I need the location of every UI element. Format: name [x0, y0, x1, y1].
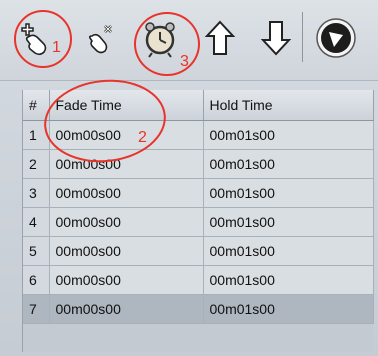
fade-time-cell[interactable]: 00m00s00: [49, 294, 204, 324]
hand-remove-icon: [88, 25, 112, 54]
arrow-down-icon: [260, 21, 292, 56]
row-number: 7: [23, 294, 50, 324]
table-row[interactable]: 5 00m00s00 00m01s00: [23, 236, 374, 266]
annotation-label-1: 1: [52, 39, 61, 56]
arrow-up-icon: [204, 20, 236, 55]
annotation-circle-1: [14, 10, 72, 68]
annotation-circle-3: [134, 12, 200, 76]
scene-panel: # Fade Time Hold Time 1 00m00s00 00m01s0…: [0, 0, 378, 356]
play-button[interactable]: [314, 16, 358, 60]
hold-time-cell[interactable]: 00m01s00: [203, 149, 374, 179]
toolbar-divider: [302, 12, 303, 62]
row-number: 6: [23, 265, 50, 295]
hold-time-cell[interactable]: 00m01s00: [203, 207, 374, 237]
row-number: 3: [23, 178, 50, 208]
table-row[interactable]: 6 00m00s00 00m01s00: [23, 265, 374, 295]
row-number: 2: [23, 149, 50, 179]
remove-keyframe-button[interactable]: [80, 16, 124, 60]
hold-time-cell[interactable]: 00m01s00: [203, 120, 374, 150]
hold-time-cell[interactable]: 00m01s00: [203, 236, 374, 266]
play-circle-icon: [316, 18, 356, 58]
hold-time-cell[interactable]: 00m01s00: [203, 294, 374, 324]
fade-time-cell[interactable]: 00m00s00: [49, 207, 204, 237]
move-down-button[interactable]: [254, 16, 298, 60]
move-up-button[interactable]: [198, 16, 242, 60]
table-row[interactable]: 4 00m00s00 00m01s00: [23, 207, 374, 237]
table-row-selected[interactable]: 7 00m00s00 00m01s00: [23, 294, 374, 324]
hold-time-cell[interactable]: 00m01s00: [203, 265, 374, 295]
header-hold-time[interactable]: Hold Time: [203, 90, 374, 121]
row-number: 4: [23, 207, 50, 237]
fade-time-cell[interactable]: 00m00s00: [49, 265, 204, 295]
annotation-label-3: 3: [180, 53, 189, 70]
fade-time-cell[interactable]: 00m00s00: [49, 236, 204, 266]
fade-time-cell[interactable]: 00m00s00: [49, 178, 204, 208]
hold-time-cell[interactable]: 00m01s00: [203, 178, 374, 208]
table-row[interactable]: 3 00m00s00 00m01s00: [23, 178, 374, 208]
row-number: 5: [23, 236, 50, 266]
annotation-label-2: 2: [138, 129, 147, 146]
